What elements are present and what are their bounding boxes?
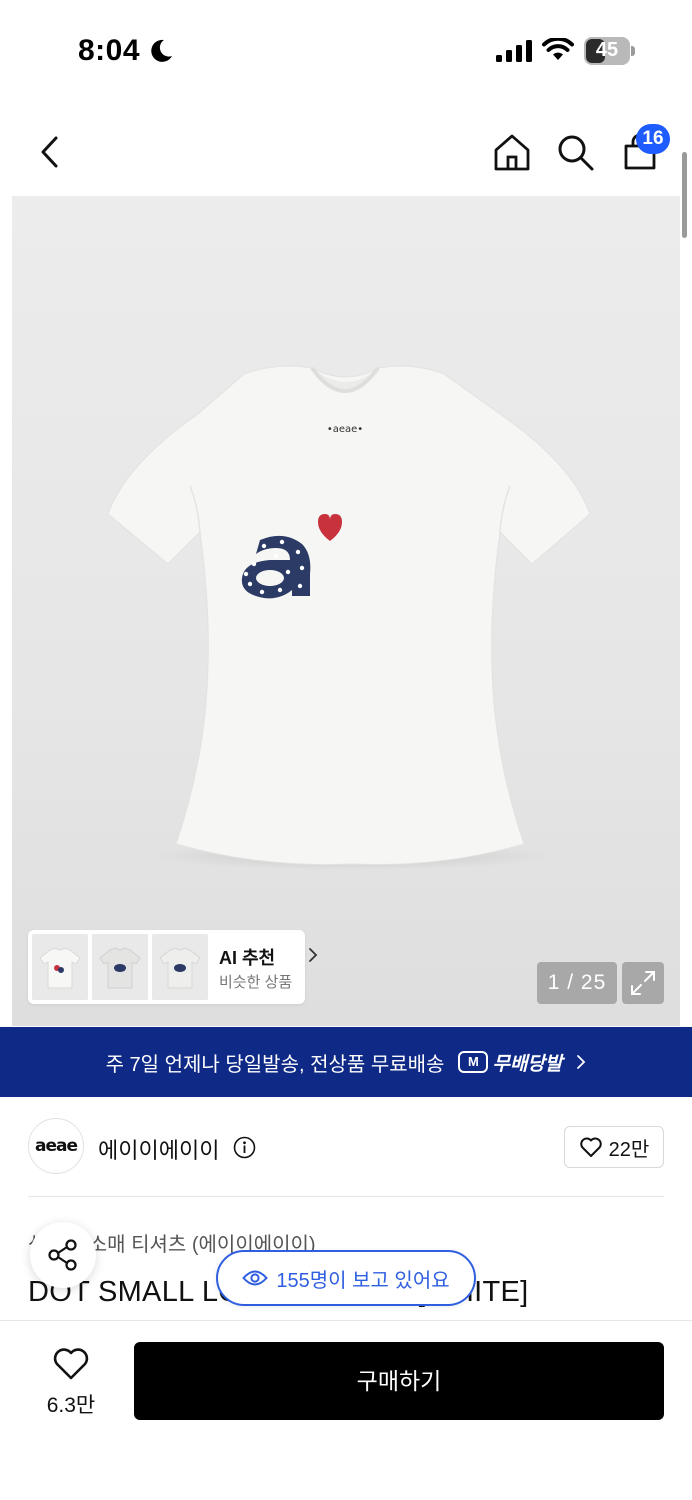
chevron-right-icon <box>309 948 318 962</box>
battery-level: 45 <box>595 39 619 61</box>
viewers-count-pill: 155명이 보고 있어요 <box>216 1250 476 1306</box>
wifi-icon <box>542 38 574 60</box>
heart-icon <box>53 1348 89 1380</box>
expand-image-button[interactable] <box>622 962 664 1004</box>
share-icon <box>48 1239 77 1271</box>
image-counter: 1 / 25 <box>537 962 617 1004</box>
home-button[interactable] <box>490 130 534 174</box>
info-icon[interactable] <box>233 1136 256 1159</box>
search-icon <box>558 135 594 171</box>
top-nav-bar <box>0 110 692 190</box>
delivery-logo-name: 무배당발 <box>492 1053 563 1075</box>
product-detail-screen: 8:04 45 16 •aeae• AI 추천 비슷한 상품 1 / 25 주 … <box>0 0 692 1500</box>
delivery-logo: M 무배당발 <box>458 1049 562 1076</box>
battery-icon: 45 <box>584 37 636 65</box>
ai-recommend-card[interactable]: AI 추천 비슷한 상품 <box>28 930 318 1004</box>
brand-like-button[interactable]: 22만 <box>564 1126 664 1168</box>
search-button[interactable] <box>553 130 597 174</box>
status-time: 8:04 <box>78 34 141 67</box>
buy-button[interactable]: 구매하기 <box>134 1342 664 1420</box>
moon-icon <box>151 39 172 62</box>
cart-count-badge: 16 <box>636 124 670 154</box>
ai-recommend-thumb[interactable] <box>92 934 148 1000</box>
delivery-truck-icon: M <box>458 1051 489 1073</box>
wishlist-count: 6.3만 <box>46 1394 96 1417</box>
tshirt-thumbnail-icon <box>159 947 201 989</box>
cellular-signal-icon <box>496 40 532 62</box>
status-bar: 8:04 45 <box>0 0 692 100</box>
brand-logo-text: aeae <box>34 1136 78 1156</box>
back-button[interactable] <box>28 130 72 174</box>
product-image-tshirt: •aeae• <box>107 365 591 870</box>
wishlist-button[interactable]: 6.3만 <box>36 1347 106 1417</box>
tshirt-thumbnail-icon <box>39 947 81 989</box>
heart-icon <box>579 1137 602 1157</box>
ai-recommend-thumb[interactable] <box>152 934 208 1000</box>
delivery-banner[interactable]: 주 7일 언제나 당일발송, 전상품 무료배송 M 무배당발 <box>0 1027 692 1097</box>
share-button[interactable] <box>30 1222 96 1288</box>
brand-logo[interactable]: aeae <box>28 1118 84 1174</box>
viewers-text: 155명이 보고 있어요 <box>276 1269 450 1292</box>
brand-name[interactable]: 에이이에이이 <box>98 1133 219 1165</box>
tshirt-thumbnail-icon <box>99 947 141 989</box>
svg-text:•aeae•: •aeae• <box>327 424 363 435</box>
delivery-banner-text: 주 7일 언제나 당일발송, 전상품 무료배송 <box>105 1053 445 1076</box>
home-icon <box>494 134 530 171</box>
product-image-gallery[interactable]: •aeae• <box>12 196 680 1026</box>
ai-recommend-title: AI 추천 <box>219 948 276 968</box>
chevron-left-icon <box>41 136 58 168</box>
ai-recommend-thumb[interactable] <box>32 934 88 1000</box>
bottom-action-bar: 6.3만 구매하기 <box>0 1320 692 1500</box>
scrollbar[interactable] <box>682 152 687 238</box>
divider <box>28 1196 664 1197</box>
expand-icon <box>631 971 655 995</box>
eye-icon <box>242 1270 269 1286</box>
chevron-right-icon <box>577 1055 586 1069</box>
ai-recommend-subtitle: 비슷한 상품 <box>219 974 293 991</box>
brand-like-count: 22만 <box>608 1138 650 1161</box>
